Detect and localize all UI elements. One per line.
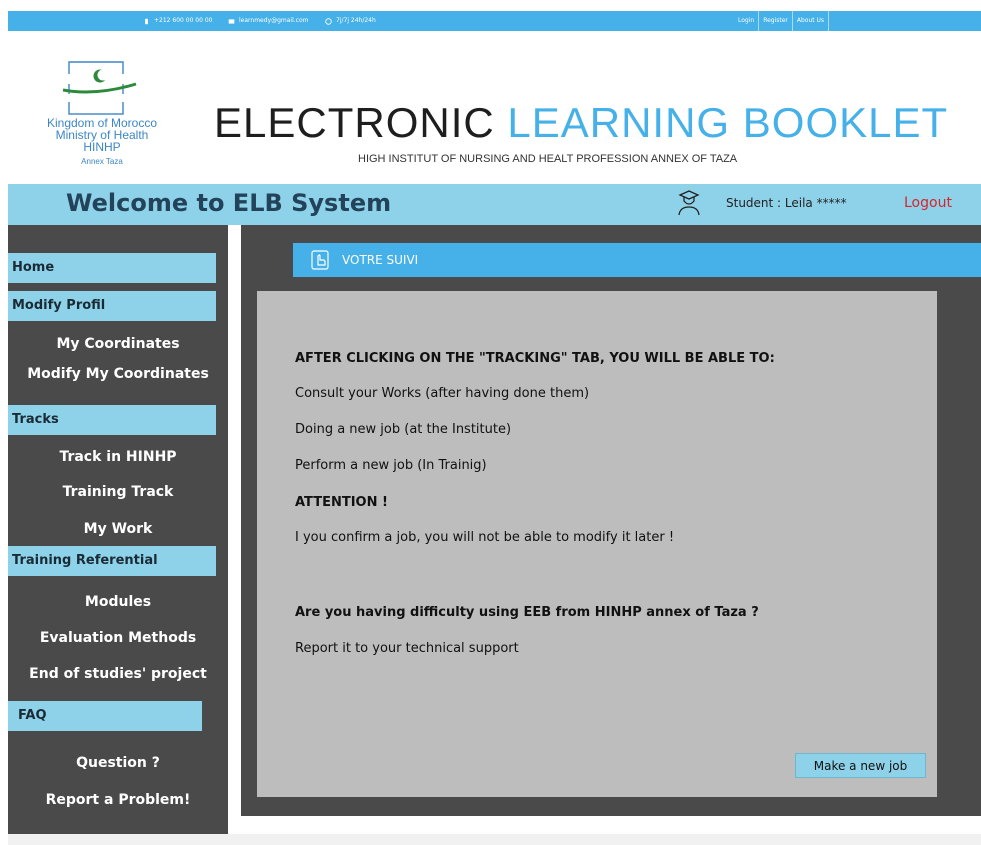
sidebar-item-report-problem[interactable]: Report a Problem!	[8, 792, 228, 808]
welcome-title: Welcome to ELB System	[66, 189, 392, 217]
top-contact-bar: +212 600 00 00 00 learnmedy@gmail.com 7j…	[8, 11, 981, 31]
hours-text: 7j/7j 24h/24h	[336, 17, 376, 24]
sidebar-item-modules[interactable]: Modules	[8, 594, 228, 610]
login-link[interactable]: Login	[734, 11, 760, 31]
sidebar: Home Modify Profil My Coordinates Modify…	[8, 225, 228, 834]
logo-line-annex: Annex Taza	[81, 157, 123, 166]
consult-works-text: Consult your Works (after having done th…	[295, 386, 590, 401]
ministry-logo	[61, 60, 141, 115]
site-subtitle: HIGH INSTITUT OF NURSING AND HEALT PROFE…	[358, 153, 738, 165]
phone-text: +212 600 00 00 00	[154, 17, 213, 24]
email-contact: learnmedy@gmail.com	[228, 15, 308, 27]
new-job-training-text: Perform a new job (In Trainig)	[295, 458, 487, 473]
sidebar-item-my-work[interactable]: My Work	[8, 521, 228, 537]
confirm-warning-text: I you confirm a job, you will not be abl…	[295, 530, 675, 545]
sidebar-item-tracks[interactable]: Tracks	[8, 405, 216, 435]
hours-contact: 7j/7j 24h/24h	[325, 15, 376, 27]
logo-caption: Kingdom of Morocco Ministry of Health HI…	[8, 117, 196, 168]
sidebar-item-question[interactable]: Question ?	[8, 755, 228, 771]
graduate-student-icon	[678, 190, 700, 216]
tab-votre-suivi: VOTRE SUIVI	[293, 243, 981, 277]
student-name: Student : Leila *****	[726, 196, 847, 210]
sidebar-item-home[interactable]: Home	[8, 253, 216, 283]
bottom-strip	[8, 834, 981, 845]
sidebar-item-track-in-hinhp[interactable]: Track in HINHP	[8, 449, 228, 465]
site-title-part1: ELECTRONIC	[214, 99, 495, 146]
sidebar-item-end-of-studies-project[interactable]: End of studies' project	[8, 666, 228, 682]
sidebar-item-my-coordinates[interactable]: My Coordinates	[8, 336, 228, 352]
clock-icon	[325, 17, 332, 25]
sidebar-item-modify-my-coordinates[interactable]: Modify My Coordinates	[8, 366, 228, 382]
make-new-job-button[interactable]: Make a new job	[795, 753, 926, 778]
support-text: Report it to your technical support	[295, 641, 519, 656]
phone-icon	[145, 18, 148, 24]
phone-contact: +212 600 00 00 00	[143, 15, 212, 27]
welcome-bar: Welcome to ELB System Student : Leila **…	[8, 184, 981, 225]
sidebar-item-faq[interactable]: FAQ	[8, 701, 202, 731]
attention-heading: ATTENTION !	[295, 495, 388, 510]
logout-link[interactable]: Logout	[904, 195, 952, 211]
site-title-part2: LEARNING BOOKLET	[507, 99, 949, 146]
tracking-heading: AFTER CLICKING ON THE "TRACKING" TAB, YO…	[295, 351, 775, 366]
main-panel: VOTRE SUIVI AFTER CLICKING ON THE "TRACK…	[241, 225, 981, 816]
tracking-info-panel: AFTER CLICKING ON THE "TRACKING" TAB, YO…	[257, 291, 937, 797]
mail-icon	[228, 18, 235, 24]
tab-label: VOTRE SUIVI	[342, 253, 419, 267]
hand-pointer-icon	[311, 250, 329, 270]
sidebar-item-modify-profil[interactable]: Modify Profil	[8, 291, 216, 321]
logo-line-hinhp: HINHP	[83, 140, 121, 154]
top-links: Login Register About Us	[734, 11, 830, 31]
sidebar-item-training-referential[interactable]: Training Referential	[8, 546, 216, 576]
email-text: learnmedy@gmail.com	[239, 17, 309, 24]
difficulty-question: Are you having difficulty using EEB from…	[295, 605, 759, 620]
new-job-institute-text: Doing a new job (at the Institute)	[295, 422, 512, 437]
site-title: ELECTRONIC LEARNING BOOKLET	[214, 99, 948, 147]
site-header: Kingdom of Morocco Ministry of Health HI…	[8, 31, 981, 184]
sidebar-item-evaluation-methods[interactable]: Evaluation Methods	[8, 630, 228, 646]
register-link[interactable]: Register	[759, 11, 793, 31]
sidebar-item-training-track[interactable]: Training Track	[8, 484, 228, 500]
about-us-link[interactable]: About Us	[793, 11, 830, 31]
